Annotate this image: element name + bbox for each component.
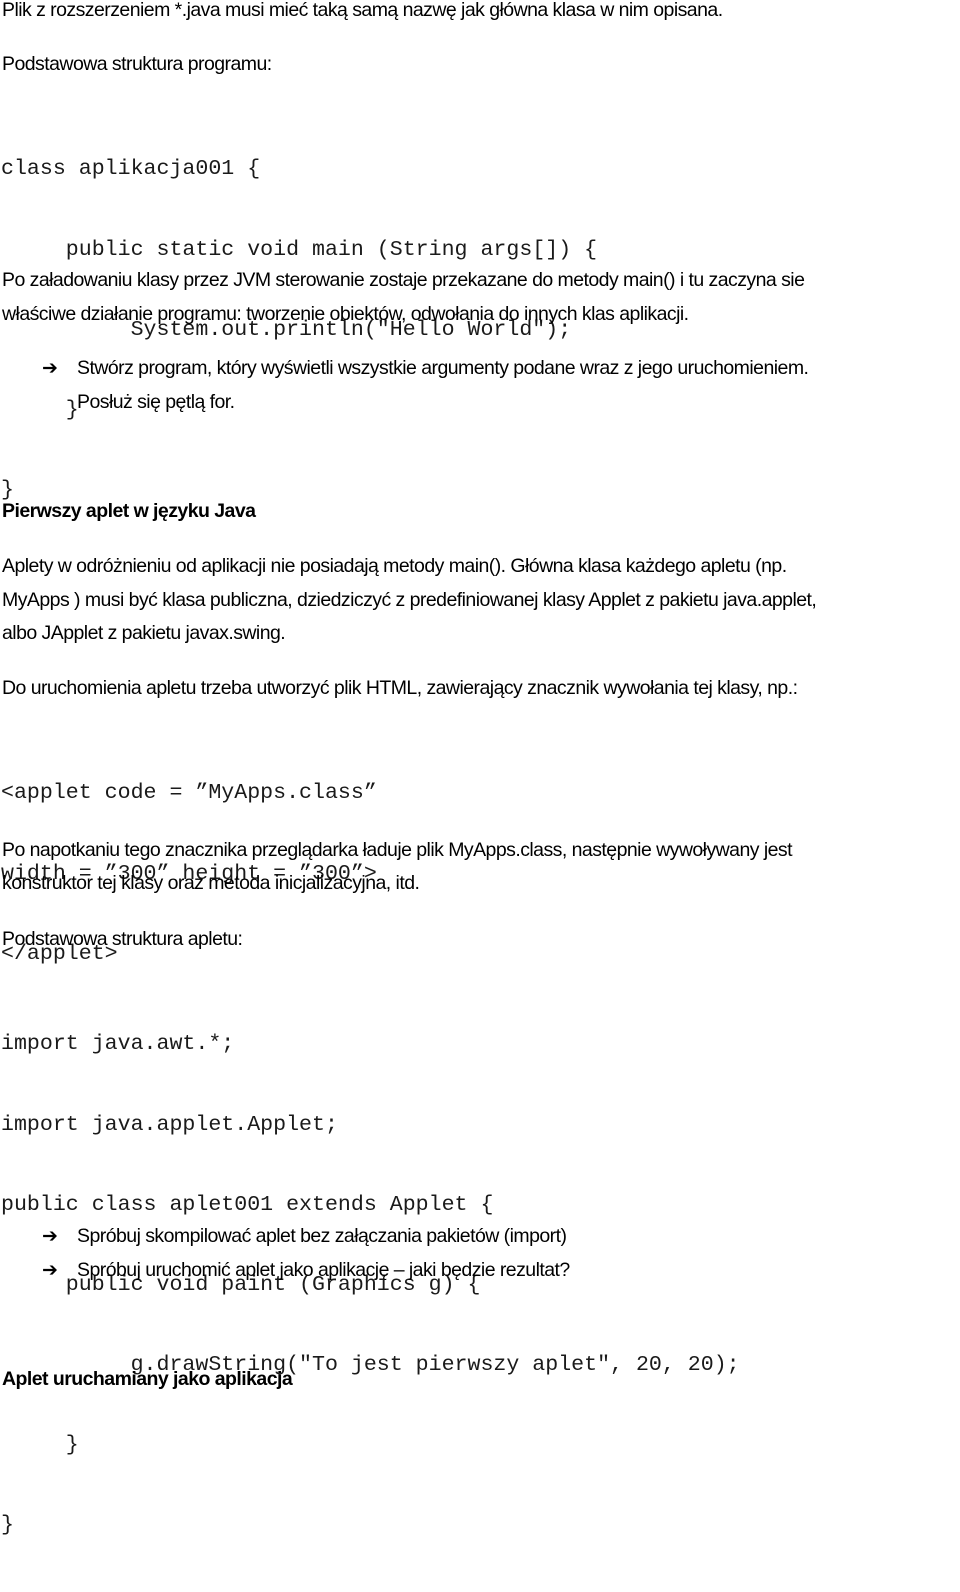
code-line: public class aplet001 extends Applet { — [1, 1192, 494, 1217]
task-print-arguments-line2: Posłuż się pętlą for. — [77, 391, 235, 413]
code-line: class aplikacja001 { — [1, 157, 261, 182]
heading-applet-as-application: Aplet uruchamiany jako aplikacja — [2, 1368, 293, 1390]
paragraph-applets-line1: Aplety w odróżnieniu od aplikacji nie po… — [2, 555, 787, 577]
paragraph-jvm-line2: właściwe działanie programu: tworzenie o… — [2, 303, 689, 325]
code-block-program: class aplikacja001 { public static void … — [1, 103, 597, 557]
code-line: } — [1, 1512, 14, 1537]
heading-first-applet: Pierwszy aplet w języku Java — [2, 500, 256, 522]
paragraph-jvm-line1: Po załadowaniu klasy przez JVM sterowani… — [2, 269, 805, 291]
paragraph-applets-line2: MyApps ) musi być klasa publiczna, dzied… — [2, 589, 817, 611]
paragraph-browser-line2: konstruktor tej klasy oraz metoda inicja… — [2, 872, 420, 894]
task-compile-without-import: Spróbuj skompilować aplet bez załączania… — [77, 1225, 567, 1247]
code-line: <applet code = ”MyApps.class” — [1, 781, 377, 806]
task-print-arguments-line1: Stwórz program, który wyświetli wszystki… — [77, 357, 809, 379]
paragraph-applets-line3: albo JApplet z pakietu javax.swing. — [2, 622, 286, 644]
arrow-right-icon: ➔ — [42, 1259, 58, 1281]
code-line: import java.awt.*; — [1, 1032, 235, 1057]
task-run-as-application: Spróbuj uruchomić aplet jako aplikację –… — [77, 1259, 570, 1281]
code-block-applet: import java.awt.*; import java.applet.Ap… — [1, 978, 740, 1592]
code-line: import java.applet.Applet; — [1, 1112, 338, 1137]
paragraph-html-file: Do uruchomienia apletu trzeba utworzyć p… — [2, 677, 798, 699]
code-line: } — [1, 1432, 79, 1457]
paragraph-file-naming: Plik z rozszerzeniem *.java musi mieć ta… — [2, 0, 723, 21]
arrow-right-icon: ➔ — [42, 1225, 58, 1247]
paragraph-applet-structure-label: Podstawowa struktura apletu: — [2, 928, 243, 950]
paragraph-browser-line1: Po napotkaniu tego znacznika przeglądark… — [2, 839, 793, 861]
arrow-right-icon: ➔ — [42, 357, 58, 379]
paragraph-program-structure-label: Podstawowa struktura programu: — [2, 53, 272, 75]
code-line: public static void main (String args[]) … — [1, 237, 598, 262]
